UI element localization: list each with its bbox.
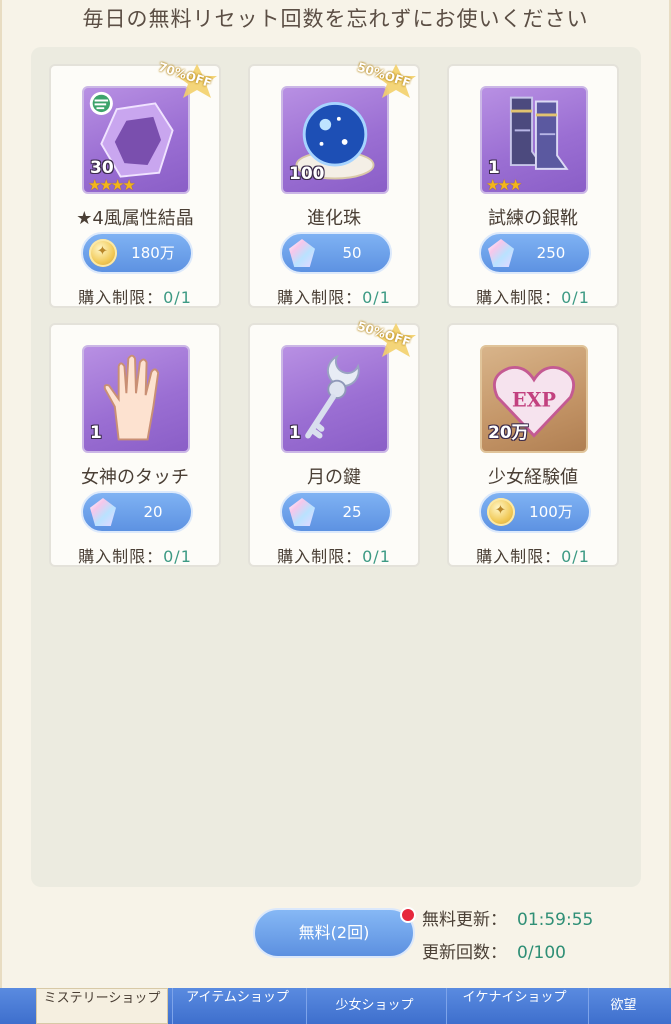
price-label: 50 [342,244,362,262]
price-label: 20 [143,503,163,521]
moon-key-icon: 1 [281,345,389,453]
tab-ikenai-shop[interactable]: イケナイショップ [446,988,582,1024]
gem-icon [90,498,116,526]
coin-icon [487,498,515,526]
purchase-limit: 購入制限：0/1 [78,547,192,566]
shop-item-card[interactable]: EXP 20万 少女経験値 100万 購入制限：0/1 [447,323,619,567]
buy-button[interactable]: 180万 [81,232,193,274]
gem-icon [289,498,315,526]
shop-item-card[interactable]: 1 ★★★ 試練の銀靴 250 購入制限：0/1 [447,64,619,308]
purchase-limit: 購入制限：0/1 [476,547,590,566]
refresh-timer: 無料更新： 01:59:55 [422,910,594,930]
silver-boots-icon: 1 ★★★ [480,86,588,194]
refresh-count: 更新回数： 0/100 [422,943,566,963]
buy-button[interactable]: 100万 [479,491,591,533]
tab-desire[interactable]: 欲望 [588,988,658,1024]
notification-dot [400,907,416,923]
item-name: 進化珠 [307,208,361,229]
item-name: 女神のタッチ [81,467,189,488]
item-quantity: 1 [289,423,301,443]
purchase-limit: 購入制限：0/1 [277,547,391,566]
purchase-limit: 購入制限：0/1 [476,288,590,307]
discount-badge: 50%OFF [346,60,424,102]
tab-girl-shop[interactable]: 少女ショップ [306,988,442,1024]
item-name: 試練の銀靴 [488,208,578,229]
shop-panel: 30 ★★★★ 70%OFF ★4風属性結晶 180万 購入制限：0/1 [31,47,641,887]
reset-notice: 毎日の無料リセット回数を忘れずにお使いください [82,7,589,31]
wind-crystal-icon: 30 ★★★★ [82,86,190,194]
gem-icon [289,239,315,267]
shop-item-card[interactable]: 1 女神のタッチ 20 購入制限：0/1 [49,323,221,567]
item-quantity: 20万 [488,423,529,443]
item-quantity: 1 [488,158,500,178]
free-refresh-button[interactable]: 無料(2回) [253,908,415,958]
discount-badge: 70%OFF [147,60,225,102]
evolution-orb-icon: 100 [281,86,389,194]
buy-button[interactable]: 50 [280,232,392,274]
rarity-stars: ★★★ [486,176,522,194]
rarity-stars: ★★★★ [88,176,136,194]
shop-item-card[interactable]: 30 ★★★★ 70%OFF ★4風属性結晶 180万 購入制限：0/1 [49,60,221,308]
item-name: ★4風属性結晶 [76,208,194,229]
purchase-limit: 購入制限：0/1 [277,288,391,307]
item-quantity: 1 [90,423,102,443]
item-name: 少女経験値 [488,467,578,488]
hand-icon: 1 [82,345,190,453]
price-label: 100万 [529,503,573,521]
exp-heart-icon: EXP 20万 [480,345,588,453]
svg-text:EXP: EXP [512,389,556,412]
discount-badge: 50%OFF [346,319,424,361]
item-name: 月の鍵 [307,467,361,488]
price-label: 180万 [131,244,175,262]
shop-item-card[interactable]: 100 50%OFF 進化珠 50 購入制限：0/1 [248,60,420,308]
item-quantity: 30 [90,158,114,178]
tab-mystery-shop[interactable]: ミステリーショップ [36,988,168,1024]
shop-tab-bar: ミステリーショップ アイテムショップ 少女ショップ イケナイショップ 欲望 [0,988,671,1024]
price-label: 250 [536,244,566,262]
buy-button[interactable]: 20 [81,491,193,533]
coin-icon [89,239,117,267]
price-label: 25 [342,503,362,521]
buy-button[interactable]: 250 [479,232,591,274]
item-quantity: 100 [289,164,325,184]
shop-item-card[interactable]: 1 50%OFF 月の鍵 25 購入制限：0/1 [248,319,420,567]
gem-icon [488,239,514,267]
buy-button[interactable]: 25 [280,491,392,533]
purchase-limit: 購入制限：0/1 [78,288,192,307]
tab-item-shop[interactable]: アイテムショップ [172,988,302,1024]
